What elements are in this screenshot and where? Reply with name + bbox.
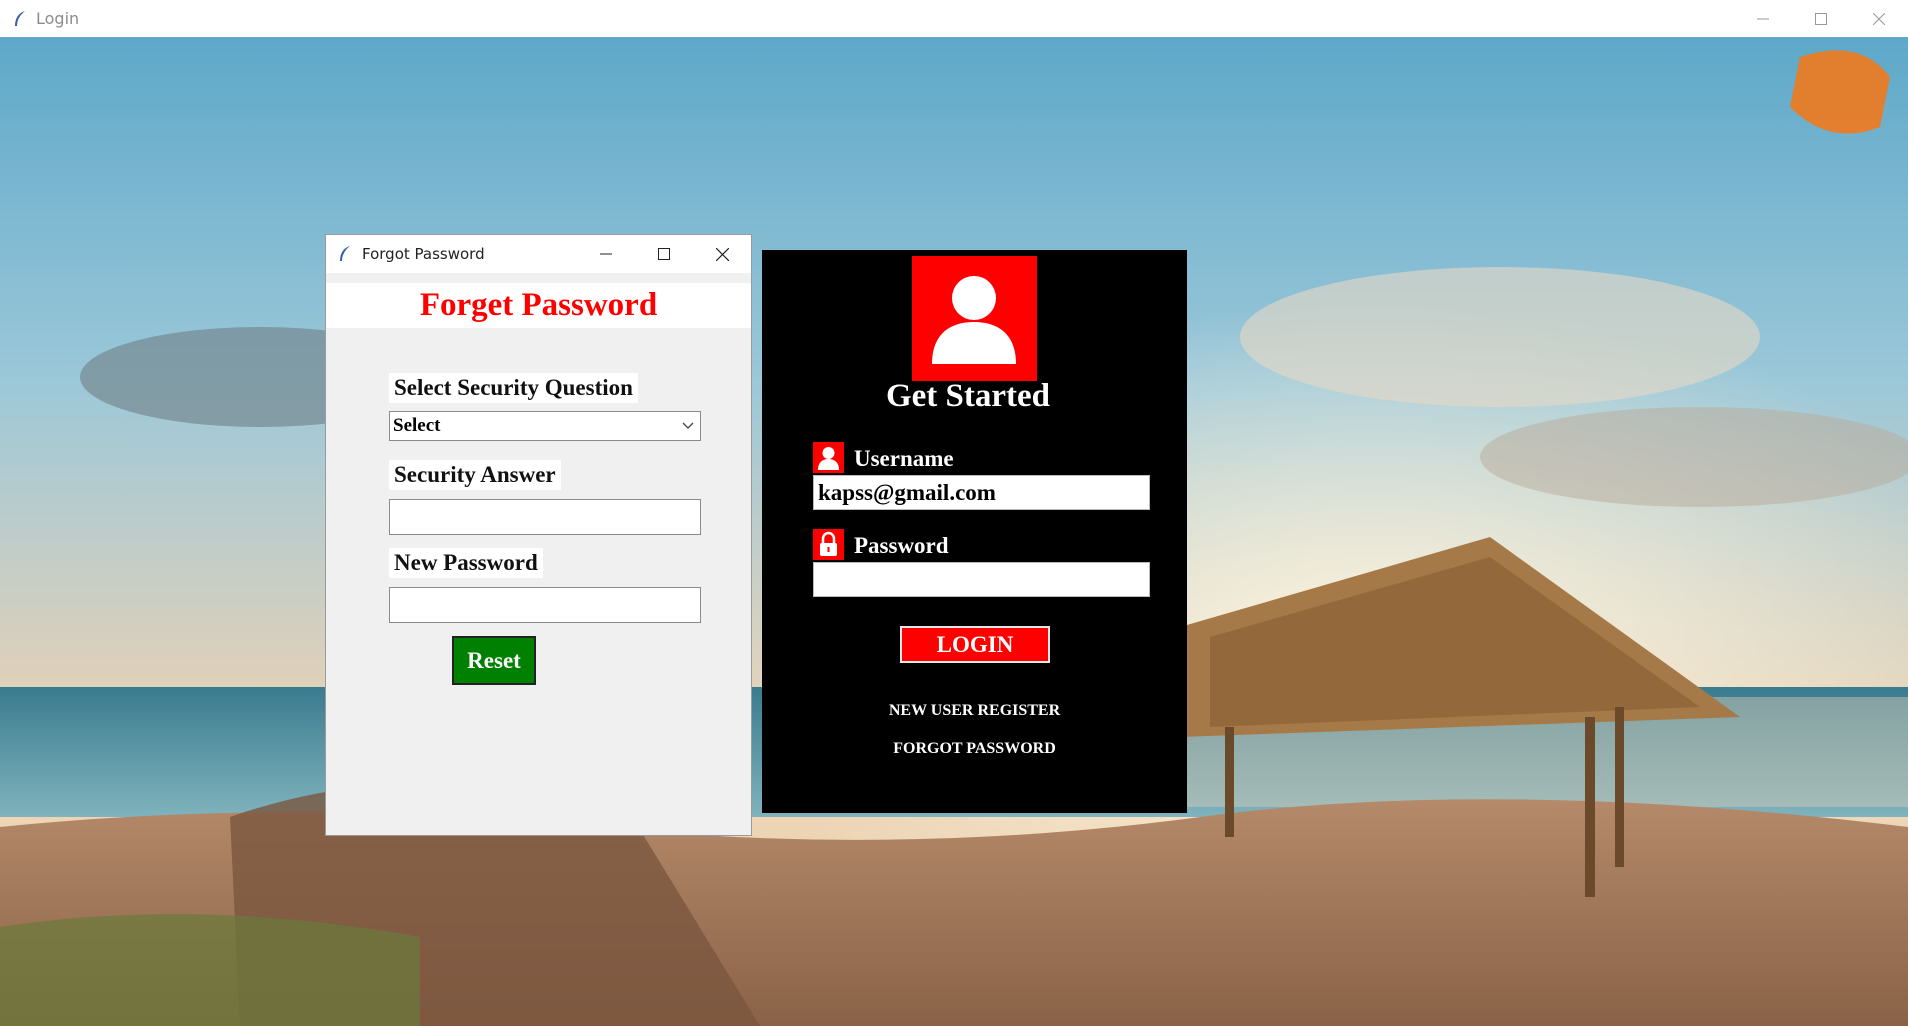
security-question-label: Select Security Question: [389, 373, 638, 403]
new-password-input[interactable]: [389, 587, 701, 623]
close-icon: [1873, 12, 1885, 25]
register-link[interactable]: NEW USER REGISTER: [762, 702, 1187, 720]
lock-field-icon: [813, 529, 844, 560]
username-label: Username: [854, 446, 954, 471]
password-input[interactable]: [813, 562, 1150, 597]
user-field-icon: [813, 442, 844, 473]
chevron-down-icon: [682, 422, 694, 429]
main-title-bar: Login: [0, 0, 1908, 37]
close-button[interactable]: [1850, 0, 1908, 37]
window-controls: [1734, 0, 1908, 37]
login-button[interactable]: LOGIN: [900, 626, 1050, 663]
forgot-window-title: Forgot Password: [362, 245, 485, 263]
minimize-icon: [1757, 18, 1769, 19]
avatar: [912, 256, 1037, 381]
password-label: Password: [854, 533, 949, 558]
feather-icon: [340, 246, 350, 261]
forgot-window-controls: [577, 235, 751, 272]
minimize-button[interactable]: [1734, 0, 1792, 37]
forgot-password-link[interactable]: FORGOT PASSWORD: [762, 740, 1187, 758]
forgot-close-button[interactable]: [693, 235, 751, 273]
user-icon: [818, 447, 839, 470]
maximize-icon: [658, 248, 670, 260]
security-question-dropdown[interactable]: Select: [389, 411, 701, 441]
forgot-maximize-button[interactable]: [635, 235, 693, 273]
username-input[interactable]: kapss@gmail.com: [813, 475, 1150, 510]
security-question-value: Select: [393, 415, 441, 436]
maximize-button[interactable]: [1792, 0, 1850, 37]
minimize-icon: [600, 253, 612, 255]
security-answer-label: Security Answer: [389, 460, 561, 490]
security-answer-input[interactable]: [389, 499, 701, 535]
feather-icon: [15, 10, 25, 26]
lock-icon: [820, 531, 837, 556]
new-password-label: New Password: [389, 548, 543, 578]
forgot-minimize-button[interactable]: [577, 235, 635, 273]
forgot-header: Forget Password: [326, 283, 751, 328]
forgot-password-title-bar: Forgot Password: [326, 235, 751, 273]
reset-button[interactable]: Reset: [452, 636, 536, 685]
user-icon: [932, 276, 1016, 364]
login-panel: Get Started Username kapss@gmail.com Pas…: [762, 250, 1187, 813]
login-title: Get Started: [885, 378, 1051, 414]
forgot-heading: Forget Password: [419, 287, 658, 323]
maximize-icon: [1815, 12, 1827, 25]
window-title: Login: [36, 9, 80, 28]
forgot-password-window: Forgot Password Forget Password Select S…: [325, 234, 752, 836]
close-icon: [715, 247, 729, 261]
